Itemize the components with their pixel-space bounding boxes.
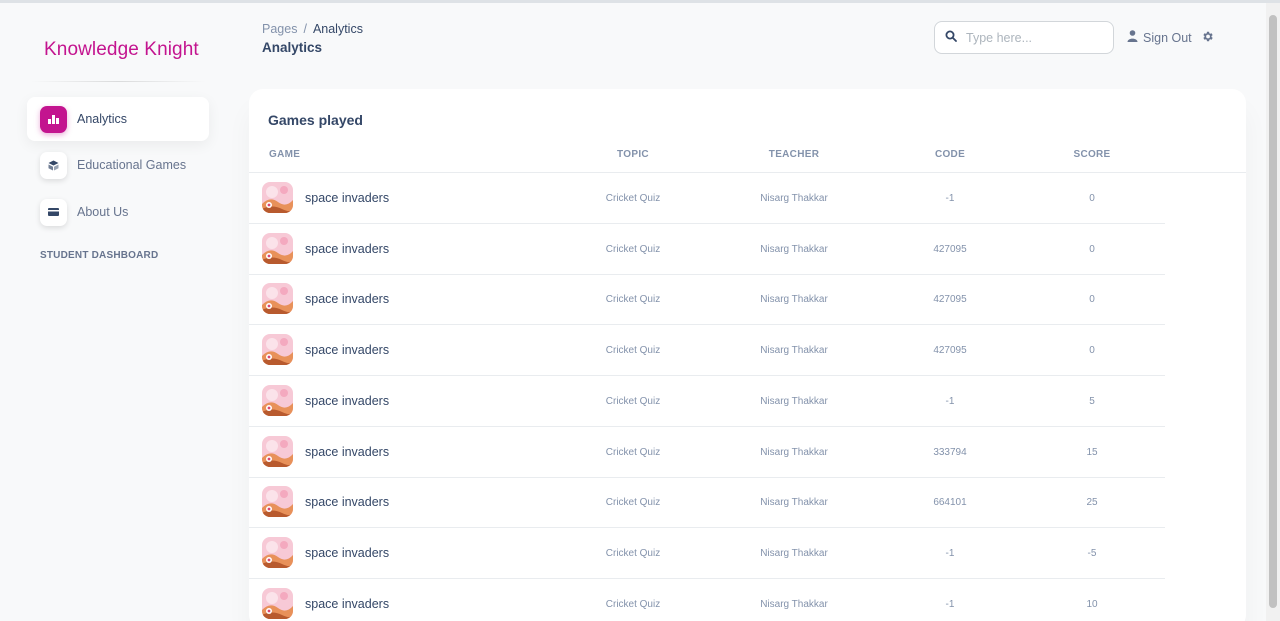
topic-cell: Cricket Quiz bbox=[605, 446, 661, 458]
table-row: space invaders Cricket Quiz Nisarg Thakkar… bbox=[249, 376, 1165, 427]
user-icon bbox=[1127, 30, 1138, 45]
topic-cell: Cricket Quiz bbox=[605, 395, 661, 407]
sign-out-label: Sign Out bbox=[1143, 30, 1192, 45]
code-cell: -1 bbox=[945, 193, 955, 204]
game-name: space invaders bbox=[305, 444, 390, 459]
sidebar-item-label: About Us bbox=[77, 205, 129, 219]
score-cell: 25 bbox=[1086, 497, 1098, 509]
teacher-cell: Nisarg Thakkar bbox=[760, 345, 828, 357]
sidebar: Knowledge Knight Analytics Educational G… bbox=[0, 3, 232, 621]
game-thumbnail bbox=[262, 536, 293, 568]
brand-logo[interactable]: Knowledge Knight bbox=[44, 39, 199, 61]
game-thumbnail bbox=[262, 486, 293, 518]
teacher-cell: Nisarg Thakkar bbox=[760, 294, 828, 306]
game-name: space invaders bbox=[305, 393, 390, 408]
column-header-score: SCORE bbox=[1073, 149, 1111, 160]
breadcrumb-root[interactable]: Pages bbox=[262, 22, 297, 36]
column-header-code: CODE bbox=[934, 149, 966, 160]
table-row: space invaders Cricket Quiz Nisarg Thakkar… bbox=[249, 173, 1165, 224]
cube-icon bbox=[40, 151, 67, 179]
game-thumbnail bbox=[262, 334, 293, 366]
game-thumbnail bbox=[262, 587, 293, 619]
game-name: space invaders bbox=[305, 596, 390, 611]
breadcrumb: Pages / Analytics bbox=[262, 22, 363, 36]
card-title: Games played bbox=[268, 112, 363, 128]
chart-icon bbox=[40, 105, 67, 133]
sidebar-item-about-us[interactable]: About Us bbox=[27, 190, 209, 234]
table-row: space invaders Cricket Quiz Nisarg Thakkar… bbox=[249, 274, 1165, 326]
table-row: space invaders Cricket Quiz Nisarg Thakkar… bbox=[249, 224, 1165, 275]
table-row: space invaders Cricket Quiz Nisarg Thakkar… bbox=[249, 579, 1165, 621]
score-cell: 0 bbox=[1089, 243, 1095, 255]
game-name: space invaders bbox=[305, 545, 390, 560]
code-cell: -1 bbox=[945, 547, 955, 559]
search-box[interactable] bbox=[934, 21, 1114, 54]
topic-cell: Cricket Quiz bbox=[605, 345, 661, 357]
divider bbox=[30, 81, 206, 82]
search-input[interactable] bbox=[966, 30, 1096, 45]
code-cell: 333794 bbox=[933, 446, 967, 458]
search-icon bbox=[945, 29, 957, 47]
sidebar-item-label: Analytics bbox=[77, 112, 128, 126]
game-name: space invaders bbox=[305, 495, 390, 510]
game-name: space invaders bbox=[305, 191, 390, 205]
sign-out-button[interactable]: Sign Out bbox=[1127, 30, 1192, 45]
card-icon bbox=[40, 198, 67, 226]
code-cell: 664101 bbox=[933, 497, 967, 509]
code-cell: 427095 bbox=[933, 243, 967, 255]
sidebar-item-label: Educational Games bbox=[77, 158, 187, 172]
teacher-cell: Nisarg Thakkar bbox=[760, 598, 828, 610]
score-cell: 15 bbox=[1086, 446, 1098, 458]
game-thumbnail bbox=[262, 384, 293, 416]
teacher-cell: Nisarg Thakkar bbox=[760, 243, 828, 255]
topic-cell: Cricket Quiz bbox=[605, 497, 661, 509]
scrollbar[interactable] bbox=[1266, 3, 1280, 621]
table-row: space invaders Cricket Quiz Nisarg Thakkar… bbox=[249, 528, 1165, 579]
sidebar-item-educational-games[interactable]: Educational Games bbox=[27, 143, 209, 187]
games-played-card: Games played GAME TOPIC TEACHER CODE SCO… bbox=[249, 89, 1246, 621]
table-row: space invaders Cricket Quiz Nisarg Thakkar… bbox=[249, 477, 1165, 529]
code-cell: -1 bbox=[945, 598, 955, 610]
game-name: space invaders bbox=[305, 292, 390, 307]
score-cell: 5 bbox=[1089, 395, 1095, 407]
breadcrumb-separator: / bbox=[303, 22, 307, 36]
breadcrumb-current: Analytics bbox=[312, 22, 363, 36]
game-thumbnail bbox=[262, 283, 293, 315]
score-cell: 0 bbox=[1089, 193, 1095, 204]
teacher-cell: Nisarg Thakkar bbox=[760, 446, 828, 458]
gear-icon[interactable] bbox=[1201, 30, 1214, 48]
column-header-teacher: TEACHER bbox=[768, 149, 820, 160]
column-header-topic: TOPIC bbox=[617, 149, 649, 160]
game-name: space invaders bbox=[305, 343, 390, 358]
code-cell: 427095 bbox=[933, 294, 967, 306]
teacher-cell: Nisarg Thakkar bbox=[760, 193, 828, 204]
code-cell: -1 bbox=[945, 395, 955, 407]
teacher-cell: Nisarg Thakkar bbox=[760, 395, 828, 407]
teacher-cell: Nisarg Thakkar bbox=[760, 497, 828, 509]
scrollbar-thumb[interactable] bbox=[1269, 15, 1277, 608]
section-heading: STUDENT DASHBOARD bbox=[40, 250, 159, 261]
teacher-cell: Nisarg Thakkar bbox=[760, 547, 828, 559]
table-row: space invaders Cricket Quiz Nisarg Thakkar… bbox=[249, 427, 1165, 478]
game-name: space invaders bbox=[305, 241, 390, 256]
code-cell: 427095 bbox=[933, 345, 967, 357]
topic-cell: Cricket Quiz bbox=[605, 598, 661, 610]
game-thumbnail bbox=[262, 232, 293, 264]
table-row: space invaders Cricket Quiz Nisarg Thakkar… bbox=[249, 325, 1165, 377]
score-cell: 10 bbox=[1086, 598, 1098, 610]
score-cell: 0 bbox=[1089, 345, 1095, 357]
score-cell: 0 bbox=[1089, 294, 1095, 306]
game-thumbnail bbox=[262, 435, 293, 467]
column-header-game: GAME bbox=[269, 149, 301, 160]
topic-cell: Cricket Quiz bbox=[605, 547, 661, 559]
topic-cell: Cricket Quiz bbox=[605, 294, 661, 306]
topic-cell: Cricket Quiz bbox=[605, 193, 661, 204]
score-cell: -5 bbox=[1087, 547, 1097, 559]
game-thumbnail bbox=[262, 182, 293, 213]
page-title: Analytics bbox=[262, 40, 323, 55]
topic-cell: Cricket Quiz bbox=[605, 243, 661, 255]
sidebar-item-analytics[interactable]: Analytics bbox=[27, 97, 209, 141]
